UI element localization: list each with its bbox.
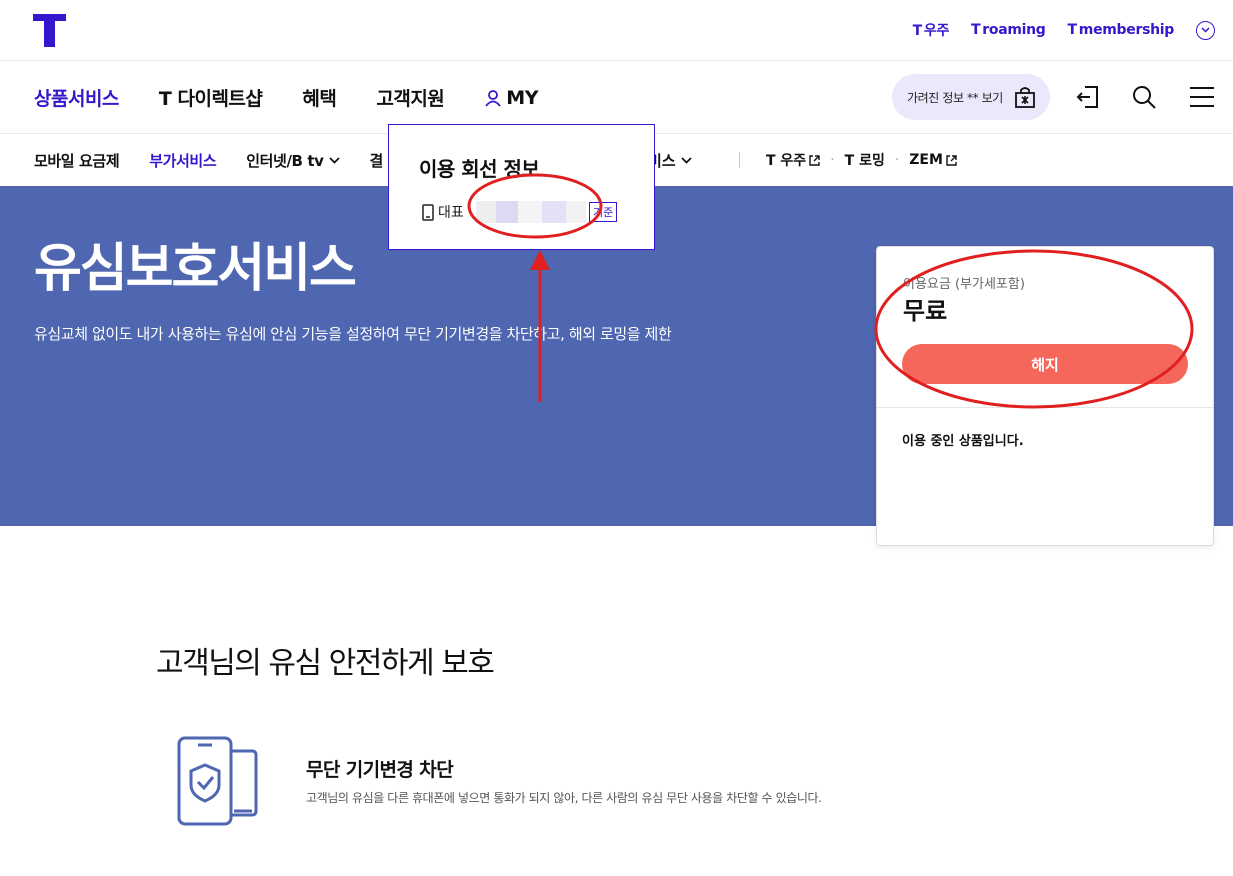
popup-title: 이용 회선 정보 bbox=[419, 157, 540, 181]
subnav-divider bbox=[739, 152, 740, 168]
top-utility-bar: T 우주 Troaming Tmembership bbox=[0, 0, 1233, 61]
chevron-down-icon bbox=[328, 157, 340, 164]
fee-value: 무료 bbox=[903, 297, 948, 325]
search-icon[interactable] bbox=[1131, 84, 1157, 110]
phone-shield-icon bbox=[177, 736, 258, 826]
popup-badge: 기준 bbox=[589, 202, 618, 222]
nav-item-products[interactable]: 상품서비스 bbox=[34, 84, 119, 111]
nav-item-my[interactable]: MY bbox=[484, 84, 538, 111]
card-divider bbox=[877, 407, 1213, 408]
section-title: 고객님의 유심 안전하게 보호 bbox=[156, 646, 495, 681]
page-title: 유심보호서비스 bbox=[34, 239, 357, 299]
masked-phone-number bbox=[475, 201, 586, 223]
utility-link-membership[interactable]: Tmembership bbox=[1068, 22, 1175, 38]
subnav-ext-roaming[interactable]: T 로밍 bbox=[845, 150, 885, 170]
nav-item-support[interactable]: 고객지원 bbox=[376, 84, 444, 111]
lock-bag-icon bbox=[1015, 87, 1035, 108]
subnav-ext-tuju-label: T 우주 bbox=[766, 153, 807, 169]
line-info-popup: 이용 회선 정보 대표 기준 bbox=[388, 124, 655, 250]
subnav-item-internet-label: 인터넷/B tv bbox=[246, 152, 324, 170]
fee-label: 이용요금 (부가세포함) bbox=[903, 277, 1025, 292]
price-card: 이용요금 (부가세포함) 무료 해지 이용 중인 상품입니다. bbox=[876, 246, 1214, 546]
user-icon bbox=[485, 89, 501, 107]
popup-line-label: 대표 bbox=[438, 205, 464, 221]
hidden-info-button[interactable]: 가려진 정보 ** 보기 bbox=[892, 74, 1050, 120]
subnav-ext-tuju[interactable]: T 우주 bbox=[766, 150, 820, 170]
subnav-ext-zem-label: ZEM bbox=[909, 152, 943, 168]
hamburger-icon[interactable] bbox=[1189, 84, 1215, 110]
logout-icon[interactable] bbox=[1075, 84, 1101, 110]
popup-line-row: 대표 bbox=[422, 201, 586, 223]
feature-description: 고객님의 유심을 다른 휴대폰에 넣으면 통화가 되지 않아, 다른 사람의 유… bbox=[306, 791, 822, 805]
dot-separator: · bbox=[894, 152, 900, 168]
subnav-item-partial[interactable]: 결 bbox=[370, 150, 384, 171]
feature-title: 무단 기기변경 차단 bbox=[306, 759, 454, 781]
subnav-item-addon[interactable]: 부가서비스 bbox=[149, 150, 216, 171]
chevron-down-icon bbox=[680, 157, 692, 164]
cancel-button[interactable]: 해지 bbox=[902, 344, 1188, 384]
nav-item-direct-shop[interactable]: T 다이렉트샵 bbox=[159, 84, 263, 111]
utility-link-tuju[interactable]: T 우주 bbox=[913, 20, 950, 40]
subnav-item-mobile-plan[interactable]: 모바일 요금제 bbox=[34, 150, 120, 171]
utility-link-roaming[interactable]: Troaming bbox=[971, 22, 1046, 38]
nav-item-benefits[interactable]: 혜택 bbox=[302, 84, 336, 111]
utility-links: T 우주 Troaming Tmembership bbox=[913, 20, 1215, 40]
external-link-icon bbox=[809, 154, 820, 166]
subnav-item-internet[interactable]: 인터넷/B tv bbox=[246, 150, 340, 171]
external-link-icon bbox=[946, 154, 957, 166]
t-logo-icon[interactable] bbox=[33, 14, 66, 47]
dot-separator: · bbox=[830, 152, 835, 168]
nav-item-my-label: MY bbox=[506, 86, 538, 109]
subnav-ext-zem[interactable]: ZEM bbox=[909, 152, 957, 168]
status-text: 이용 중인 상품입니다. bbox=[902, 434, 1024, 449]
phone-icon bbox=[422, 203, 434, 221]
hidden-info-label: 가려진 정보 ** 보기 bbox=[907, 90, 1003, 105]
chevron-down-circle-icon[interactable] bbox=[1196, 20, 1215, 40]
hero-description: 유심교체 없이도 내가 사용하는 유심에 안심 기능을 설정하여 무단 기기변경… bbox=[34, 325, 672, 343]
